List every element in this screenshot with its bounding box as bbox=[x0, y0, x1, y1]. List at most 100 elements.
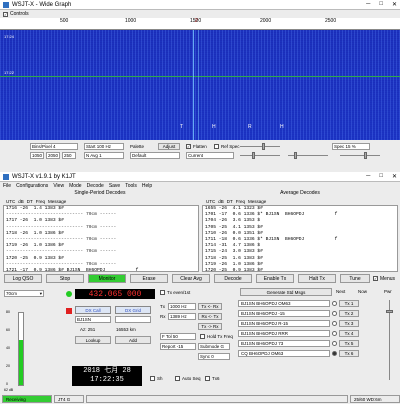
zero-slider[interactable] bbox=[240, 143, 280, 150]
spectrum-select[interactable]: Current bbox=[186, 152, 234, 159]
gain-slider[interactable] bbox=[240, 152, 280, 159]
adjust-button[interactable]: Adjust bbox=[158, 143, 180, 150]
menu-tools[interactable]: Tools bbox=[125, 183, 137, 189]
waterfall-band-line bbox=[0, 76, 400, 77]
band-select[interactable]: 70cm ▾ bbox=[4, 290, 44, 297]
progress-status: 25/60 WD:6m bbox=[350, 395, 400, 403]
tx-message-field[interactable]: BJ1SN BH6OPDJ 73 bbox=[238, 339, 330, 347]
distance-label: 16553 km bbox=[116, 327, 136, 332]
erase-button[interactable]: Erase bbox=[130, 274, 168, 283]
scale-label: 2000 bbox=[260, 18, 272, 24]
auto-seq-checkbox[interactable] bbox=[175, 376, 180, 381]
dx-call-input[interactable]: BJ1SN bbox=[75, 316, 111, 323]
tx-message-field[interactable]: BJ1SN BH6OPDJ -15 bbox=[238, 309, 330, 317]
report-spinner[interactable]: Report -15 bbox=[160, 343, 196, 350]
menu-view[interactable]: View bbox=[53, 183, 64, 189]
log-qso-button[interactable]: Log QSO bbox=[4, 274, 42, 283]
col-db: dB bbox=[218, 199, 224, 204]
menu-file[interactable]: File bbox=[3, 183, 11, 189]
next-radio[interactable] bbox=[332, 330, 337, 336]
minimize-icon[interactable]: ─ bbox=[366, 1, 370, 8]
sh-label: Sh bbox=[157, 376, 163, 381]
menus-checkbox[interactable]: ✓ bbox=[373, 276, 378, 281]
decode-row[interactable]: 1720 -25 0.9 1383 $# bbox=[205, 268, 397, 271]
tx-now-button[interactable]: Tx 5 bbox=[339, 339, 359, 347]
spec-percent-spinner[interactable]: Spec 15 % bbox=[332, 143, 370, 150]
tx-message-field[interactable]: BJ1SN BH6OPDJ R-15 bbox=[238, 319, 330, 327]
ref-spec-label: Ref Spec bbox=[221, 144, 240, 149]
rx-from-tx-button[interactable]: Rx <- Tx bbox=[198, 313, 222, 320]
menu-mode[interactable]: Mode bbox=[69, 183, 82, 189]
tx-message-field[interactable]: BJ1SN BH6OPDJ OM63 bbox=[238, 299, 330, 307]
submode-select[interactable]: Submode G bbox=[198, 343, 230, 350]
date-display: 2018 七月 28 bbox=[83, 367, 131, 375]
stop-button[interactable]: Stop bbox=[46, 274, 84, 283]
tx-now-button[interactable]: Tx 2 bbox=[339, 309, 359, 317]
tx-now-button[interactable]: Tx 6 bbox=[339, 349, 359, 357]
waterfall-display[interactable]: 17:24 17:22 T H R H bbox=[0, 30, 400, 140]
decode-button[interactable]: Decode bbox=[214, 274, 252, 283]
date-time-display: 2018 七月 28 17:22:35 bbox=[72, 366, 142, 386]
main-titlebar: WSJT-X v1.9.1 by K1JT ─ □ ✕ bbox=[0, 172, 400, 182]
frequency-scale: 500 1000 2 1500 2000 2500 bbox=[0, 18, 400, 30]
controls-label: Controls bbox=[10, 11, 29, 17]
tx-freq-spinner[interactable]: 1000 Hz bbox=[168, 303, 196, 310]
menu-decode[interactable]: Decode bbox=[87, 183, 104, 189]
tx-now-button[interactable]: Tx 3 bbox=[339, 319, 359, 327]
meter-label: 62 dB bbox=[4, 388, 14, 392]
next-radio[interactable] bbox=[332, 300, 337, 306]
tx-message-field[interactable]: BJ1SN BH6OPDJ RRR bbox=[238, 329, 330, 337]
next-radio[interactable] bbox=[332, 350, 337, 356]
maximize-icon[interactable]: □ bbox=[379, 173, 383, 180]
add-button[interactable]: Add bbox=[115, 336, 151, 344]
halt-tx-button[interactable]: Halt Tx bbox=[298, 274, 336, 283]
maximize-icon[interactable]: □ bbox=[379, 1, 383, 8]
close-icon[interactable]: ✕ bbox=[392, 1, 397, 8]
tx-to-rx-button[interactable]: Tx -> Rx bbox=[198, 323, 222, 330]
waterfall-mark: H bbox=[280, 124, 284, 130]
tx-even-checkbox[interactable] bbox=[160, 290, 165, 295]
rx-frequency-pane[interactable]: 1655 -26 4.1 1323 $# 1701 -17 0.6 1336 $*… bbox=[202, 205, 398, 272]
sh-checkbox[interactable] bbox=[150, 376, 155, 381]
col-dt: DT bbox=[226, 199, 233, 204]
tx-from-rx-button[interactable]: Tx <- Rx bbox=[198, 303, 222, 310]
avg-slider[interactable] bbox=[340, 152, 380, 159]
next-radio[interactable] bbox=[332, 320, 337, 326]
next-radio[interactable] bbox=[332, 340, 337, 346]
bins-per-pixel-spinner[interactable]: Bins/Pixel 4 bbox=[30, 143, 78, 150]
tx-now-button[interactable]: Tx 1 bbox=[339, 299, 359, 307]
menu-configurations[interactable]: Configurations bbox=[16, 183, 48, 189]
lookup-button[interactable]: Lookup bbox=[75, 336, 111, 344]
band-activity-pane[interactable]: 1716 -26 1.4 1383 $# --------------------… bbox=[3, 205, 199, 272]
flatten-checkbox[interactable]: ✓ bbox=[186, 144, 191, 149]
clear-avg-button[interactable]: Clear Avg bbox=[172, 274, 210, 283]
controls-checkbox[interactable]: ✓ bbox=[3, 11, 8, 17]
start-freq-spinner[interactable]: Start 100 Hz bbox=[84, 143, 124, 150]
power-slider[interactable] bbox=[386, 300, 393, 380]
minimize-icon[interactable]: ─ bbox=[366, 173, 370, 180]
enable-tx-button[interactable]: Enable Tx bbox=[256, 274, 294, 283]
dx-grid-input[interactable] bbox=[115, 316, 151, 323]
decode-row[interactable]: 1721 -17 0.9 1386 $# BJ1SN BH6OPDJ f bbox=[6, 268, 198, 271]
palette-select[interactable]: Default bbox=[130, 152, 180, 159]
tx-jt9-checkbox[interactable] bbox=[205, 376, 210, 381]
auto-seq-label: Auto Seq bbox=[182, 376, 201, 381]
menu-help[interactable]: Help bbox=[142, 183, 152, 189]
hold-tx-checkbox[interactable] bbox=[200, 334, 205, 339]
tx-now-button[interactable]: Tx 4 bbox=[339, 329, 359, 337]
rx-freq-spinner[interactable]: 1389 Hz bbox=[168, 313, 196, 320]
close-icon[interactable]: ✕ bbox=[392, 173, 397, 180]
col-freq: Freq bbox=[235, 199, 246, 204]
tune-button[interactable]: Tune bbox=[340, 274, 370, 283]
spec-slider[interactable] bbox=[288, 152, 328, 159]
sync-spinner[interactable]: Sync 0 bbox=[198, 353, 230, 360]
n-avg-spinner[interactable]: N Avg 1 bbox=[84, 152, 124, 159]
f-tol-spinner[interactable]: F Tol 50 bbox=[160, 333, 196, 340]
rx-label: Rx bbox=[160, 314, 166, 319]
menu-save[interactable]: Save bbox=[109, 183, 120, 189]
monitor-button[interactable]: Monitor bbox=[88, 274, 126, 283]
next-radio[interactable] bbox=[332, 310, 337, 316]
generate-std-msgs-button[interactable]: Generate Std Msgs bbox=[240, 288, 332, 296]
ref-spec-checkbox[interactable] bbox=[214, 144, 219, 149]
tx-message-field[interactable]: CQ BH6OPDJ OM63 bbox=[238, 349, 330, 357]
